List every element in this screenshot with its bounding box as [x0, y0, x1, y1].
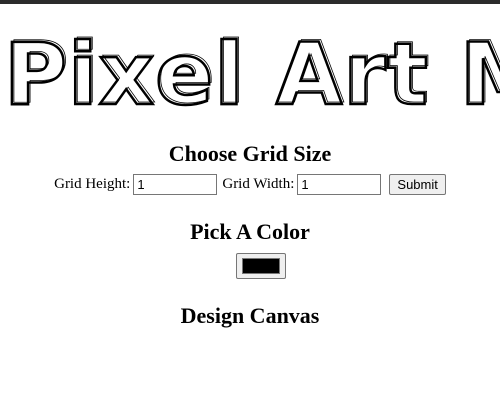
- color-swatch: [242, 258, 280, 274]
- grid-height-label: Grid Height:: [54, 175, 131, 192]
- pick-color-title: Pick A Color: [190, 219, 310, 244]
- grid-size-title: Choose Grid Size: [168, 141, 332, 166]
- grid-height-input[interactable]: [133, 173, 218, 195]
- window-top-edge: [0, 0, 500, 4]
- color-picker-button[interactable]: [236, 253, 286, 279]
- design-canvas-title: Design Canvas: [180, 303, 320, 328]
- submit-button[interactable]: Submit: [389, 173, 446, 195]
- grid-size-form: Grid Height: Grid Width: Submit: [0, 173, 500, 195]
- banner-title-outline: Pixel Art Maker: [6, 30, 500, 110]
- grid-width-label: Grid Width:: [222, 175, 295, 192]
- banner-title: Pixel Art Maker Pixel Art Maker: [0, 30, 500, 110]
- banner-title-art: Pixel Art Maker Pixel Art Maker: [3, 30, 500, 110]
- grid-width-input[interactable]: [297, 173, 382, 195]
